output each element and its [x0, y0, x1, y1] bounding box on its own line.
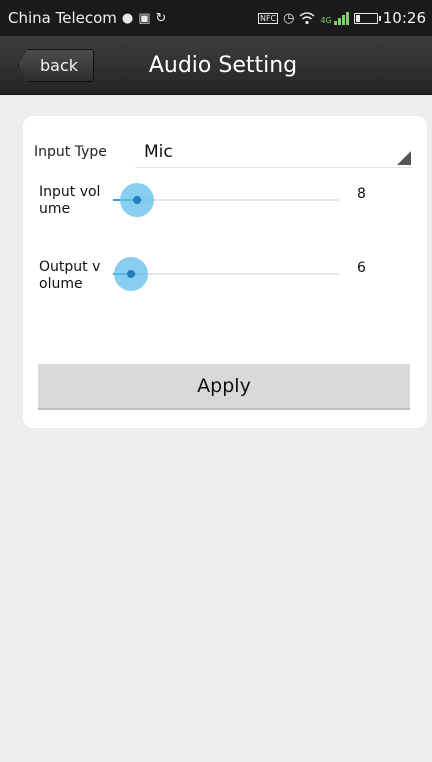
alarm-icon: ◷ [283, 10, 295, 26]
input-volume-slider[interactable] [113, 183, 339, 217]
wifi-icon [299, 12, 315, 25]
clock: 10:26 [382, 9, 426, 27]
slider-thumb[interactable] [120, 183, 154, 217]
output-volume-label: Output volume [39, 259, 101, 292]
status-right: NFC ◷ 4G 10:26 [257, 9, 426, 27]
status-left: China Telecom ● ▣ ↻ [8, 9, 166, 27]
page-title: Audio Setting [148, 52, 298, 78]
output-volume-slider[interactable] [113, 257, 339, 291]
apply-button[interactable]: Apply [38, 364, 410, 410]
nfc-icon: NFC [257, 12, 279, 24]
slider-thumb[interactable] [114, 257, 148, 291]
sync-icon: ↻ [155, 10, 167, 26]
audio-settings-card: Input Type Mic Input volume 8 Output vol… [23, 116, 427, 428]
input-volume-label: Input volume [39, 184, 101, 217]
network-type-label: 4G [320, 16, 332, 25]
dropdown-arrow-icon [397, 151, 411, 165]
battery-icon [353, 12, 381, 24]
input-type-select[interactable]: Mic [135, 136, 413, 168]
image-icon: ▣ [138, 10, 151, 26]
slider-track [123, 273, 339, 275]
signal-icon: 4G [320, 11, 349, 25]
status-bar: China Telecom ● ▣ ↻ NFC ◷ 4G 10:26 [0, 0, 432, 36]
wechat-icon: ● [121, 10, 134, 26]
input-type-label: Input Type [34, 144, 107, 160]
input-volume-value: 8 [357, 186, 366, 202]
carrier-name: China Telecom [8, 9, 117, 27]
output-volume-value: 6 [357, 260, 366, 276]
input-type-value: Mic [144, 142, 173, 162]
title-bar: back Audio Setting [0, 36, 432, 95]
slider-track [123, 199, 339, 201]
